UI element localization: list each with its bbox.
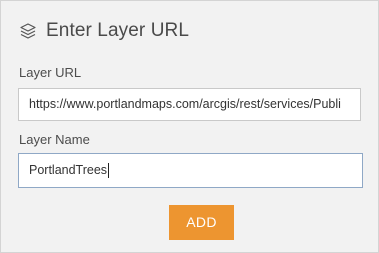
layer-url-value: https://www.portlandmaps.com/arcgis/rest…	[29, 97, 341, 111]
panel-header: Enter Layer URL	[19, 18, 189, 44]
layer-name-label: Layer Name	[19, 132, 90, 147]
layer-url-input[interactable]: https://www.portlandmaps.com/arcgis/rest…	[18, 88, 361, 121]
layer-name-input[interactable]: PortlandTrees	[18, 153, 363, 188]
layer-url-label: Layer URL	[19, 65, 82, 80]
enter-layer-url-panel: Enter Layer URL Layer URL https://www.po…	[0, 0, 379, 253]
panel-title: Enter Layer URL	[46, 20, 190, 41]
text-cursor	[108, 163, 110, 179]
add-button[interactable]: ADD	[169, 205, 234, 240]
layers-icon	[19, 22, 37, 40]
layer-name-value: PortlandTrees	[29, 163, 108, 177]
